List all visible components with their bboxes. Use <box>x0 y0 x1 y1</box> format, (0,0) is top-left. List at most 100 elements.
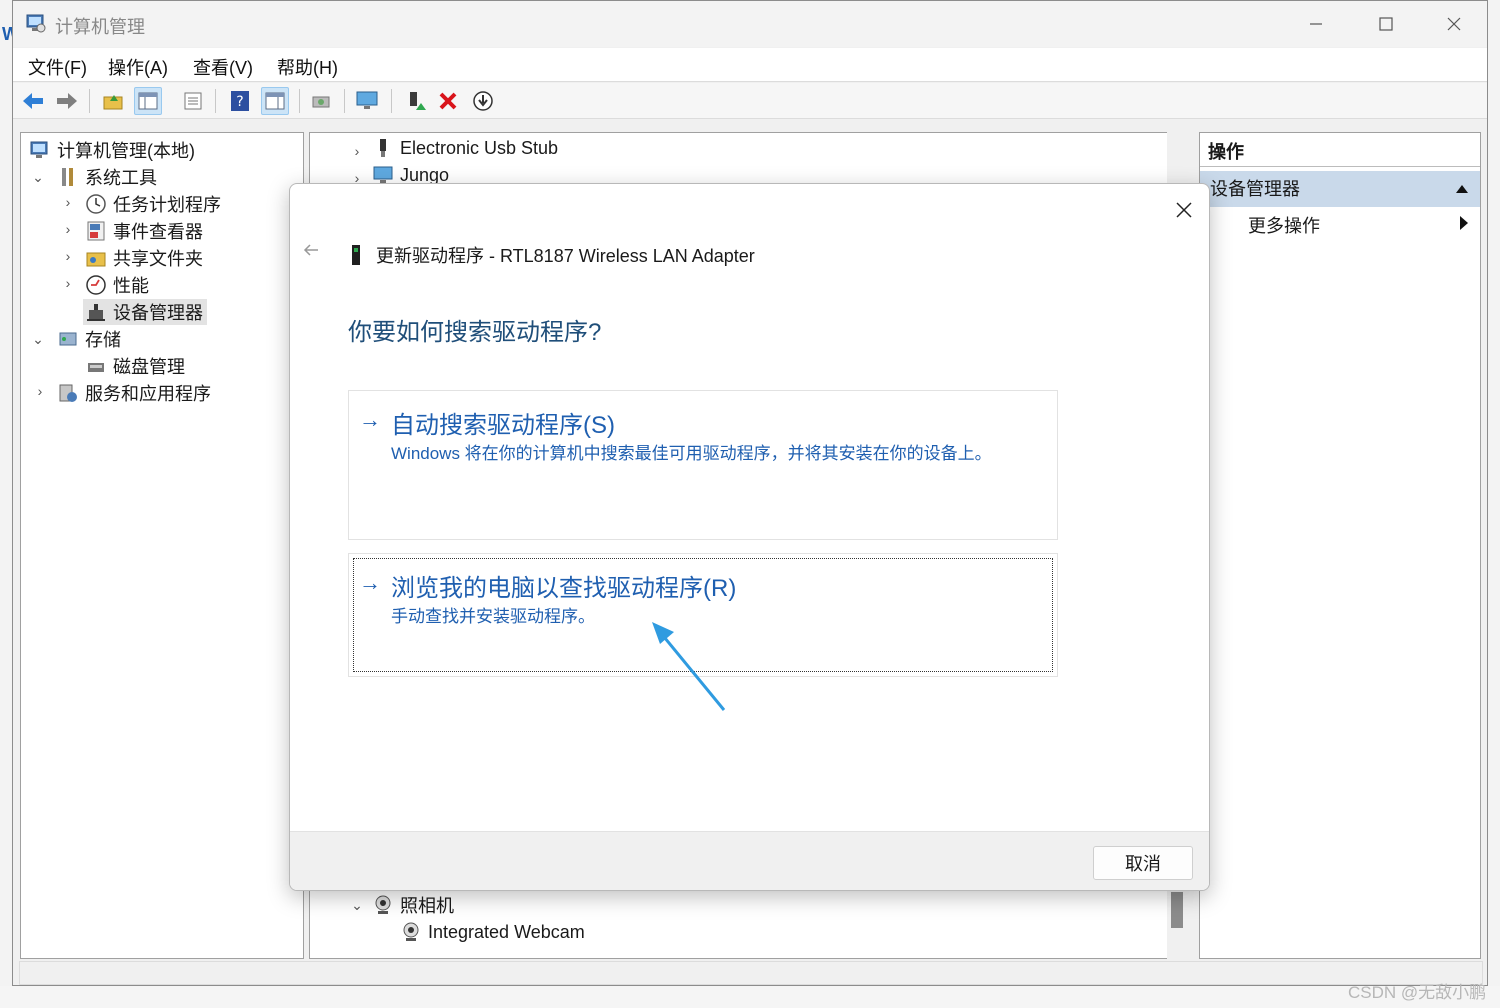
menu-help[interactable]: 帮助(H) <box>277 54 338 80</box>
menu-action[interactable]: 操作(A) <box>108 54 168 80</box>
background-taskbar-strip <box>0 986 1500 1008</box>
storage-icon <box>59 332 77 346</box>
action-pane-button[interactable] <box>261 87 289 115</box>
chevron-down-icon[interactable]: ⌄ <box>350 897 364 914</box>
option-title: 浏览我的电脑以查找驱动程序(R) <box>391 575 737 602</box>
event-viewer-icon <box>87 221 105 241</box>
close-button[interactable] <box>1419 1 1489 47</box>
chevron-right-icon[interactable]: › <box>33 383 47 399</box>
maximize-button[interactable] <box>1351 1 1421 47</box>
console-tree: 计算机管理(本地) ⌄ 系统工具 › 任务计划程序 › 事件查看器 › 共享文件… <box>20 132 304 959</box>
scrollbar-thumb[interactable] <box>1171 892 1183 928</box>
option-title: 自动搜索驱动程序(S) <box>391 412 615 439</box>
action-pane-icon <box>265 92 285 110</box>
chevron-down-icon[interactable]: ⌄ <box>31 331 45 348</box>
update-driver-dialog: 更新驱动程序 - RTL8187 Wireless LAN Adapter 你要… <box>289 183 1210 891</box>
tools-icon <box>62 168 73 186</box>
more-actions-item[interactable]: 更多操作 <box>1248 211 1320 241</box>
device-item[interactable]: Electronic Usb Stub <box>372 135 558 161</box>
tree-item-label: 事件查看器 <box>113 222 203 242</box>
option-description: Windows 将在你的计算机中搜索最佳可用驱动程序，并将其安装在你的设备上。 <box>391 444 992 463</box>
menu-file[interactable]: 文件(F) <box>28 54 87 80</box>
menu-view[interactable]: 查看(V) <box>193 54 253 80</box>
actions-section-device-manager[interactable]: 设备管理器 <box>1200 171 1480 207</box>
webcam-icon <box>403 922 419 941</box>
tree-item-label: 共享文件夹 <box>113 249 203 269</box>
forward-button[interactable] <box>53 87 81 115</box>
chevron-down-icon[interactable]: ⌄ <box>31 169 45 186</box>
background-window-edge-right <box>1488 0 1500 1008</box>
annotation-arrow-icon <box>652 622 726 711</box>
list-view-icon <box>184 92 202 110</box>
tree-item-label: 磁盘管理 <box>113 357 185 377</box>
device-item-label: Electronic Usb Stub <box>400 137 559 158</box>
webcam-icon <box>375 895 391 914</box>
tree-item-label: 性能 <box>113 276 149 296</box>
actions-header: 操作 <box>1200 137 1480 167</box>
back-button[interactable] <box>19 87 47 115</box>
dialog-header-text: 更新驱动程序 - RTL8187 Wireless LAN Adapter <box>376 246 755 266</box>
performance-gauge-icon <box>86 275 106 295</box>
update-driver-toolbar-button[interactable] <box>307 87 335 115</box>
auto-search-option[interactable]: → 自动搜索驱动程序(S) Windows 将在你的计算机中搜索最佳可用驱动程序… <box>348 390 1058 540</box>
dialog-header: 更新驱动程序 - RTL8187 Wireless LAN Adapter <box>348 242 755 268</box>
tree-item-label: 计算机管理(本地) <box>57 141 195 161</box>
cancel-button[interactable]: 取消 <box>1093 846 1193 880</box>
svg-text:?: ? <box>236 94 243 110</box>
tree-item-services-apps[interactable]: 服务和应用程序 <box>57 380 211 406</box>
download-circle-icon <box>473 91 493 111</box>
services-icon <box>59 384 77 402</box>
submenu-arrow-icon <box>1460 216 1468 230</box>
folder-up-icon <box>103 95 123 110</box>
show-hide-tree-button[interactable] <box>134 87 162 115</box>
device-manager-icon <box>87 304 105 321</box>
clock-icon <box>86 194 106 214</box>
disable-device-button[interactable] <box>469 87 497 115</box>
watermark: CSDN @无敌小鹏 <box>1348 983 1487 1002</box>
chevron-right-icon[interactable]: › <box>61 221 75 237</box>
back-arrow-icon <box>23 93 43 109</box>
tree-item-performance[interactable]: 性能 <box>85 272 149 298</box>
background-window-edge: W <box>0 0 12 1008</box>
uninstall-device-button[interactable] <box>434 87 462 115</box>
chevron-right-icon[interactable]: › <box>61 275 75 291</box>
actions-section-label: 设备管理器 <box>1210 179 1300 199</box>
collapse-triangle-icon <box>1456 185 1468 193</box>
enable-device-icon <box>410 92 426 110</box>
maximize-icon <box>1379 17 1393 31</box>
tree-item-device-manager[interactable]: 设备管理器 <box>83 299 207 325</box>
minimize-button[interactable] <box>1281 1 1351 47</box>
device-item-label: Integrated Webcam <box>428 921 585 942</box>
tree-item-storage[interactable]: 存储 <box>57 326 121 352</box>
dialog-close-button[interactable] <box>1168 194 1200 226</box>
close-icon <box>1176 202 1192 218</box>
computer-management-icon <box>26 14 46 33</box>
help-button[interactable]: ? <box>226 87 254 115</box>
option-description: 手动查找并安装驱动程序。 <box>391 607 595 626</box>
device-item-webcam[interactable]: Integrated Webcam <box>400 919 585 945</box>
device-group-camera[interactable]: 照相机 <box>372 892 454 918</box>
title-bar: 计算机管理 <box>13 1 1487 47</box>
scan-hardware-button[interactable] <box>353 87 381 115</box>
arrow-right-icon: → <box>359 570 381 595</box>
tree-item-label: 存储 <box>85 330 121 350</box>
up-folder-button[interactable] <box>99 87 127 115</box>
tree-item-event-viewer[interactable]: 事件查看器 <box>85 218 203 244</box>
shared-folder-icon <box>86 252 106 267</box>
chevron-right-icon[interactable]: › <box>61 248 75 264</box>
dialog-footer: 取消 <box>290 831 1209 890</box>
chevron-right-icon[interactable]: › <box>61 194 75 210</box>
tree-item-task-scheduler[interactable]: 任务计划程序 <box>85 191 221 217</box>
properties-list-button[interactable] <box>179 87 207 115</box>
tree-item-shared-folders[interactable]: 共享文件夹 <box>85 245 203 271</box>
chevron-right-icon[interactable]: › <box>350 143 364 159</box>
dialog-back-button[interactable] <box>302 241 320 265</box>
toolbar: ? <box>13 83 1487 119</box>
tree-item-system-tools[interactable]: 系统工具 <box>57 164 157 190</box>
tree-item-disk-management[interactable]: 磁盘管理 <box>85 353 185 379</box>
window-title: 计算机管理 <box>55 17 145 37</box>
tree-item-label: 设备管理器 <box>113 303 203 323</box>
enable-device-button[interactable] <box>401 87 429 115</box>
driver-update-icon <box>312 96 330 108</box>
tree-item-root[interactable]: 计算机管理(本地) <box>29 137 195 163</box>
